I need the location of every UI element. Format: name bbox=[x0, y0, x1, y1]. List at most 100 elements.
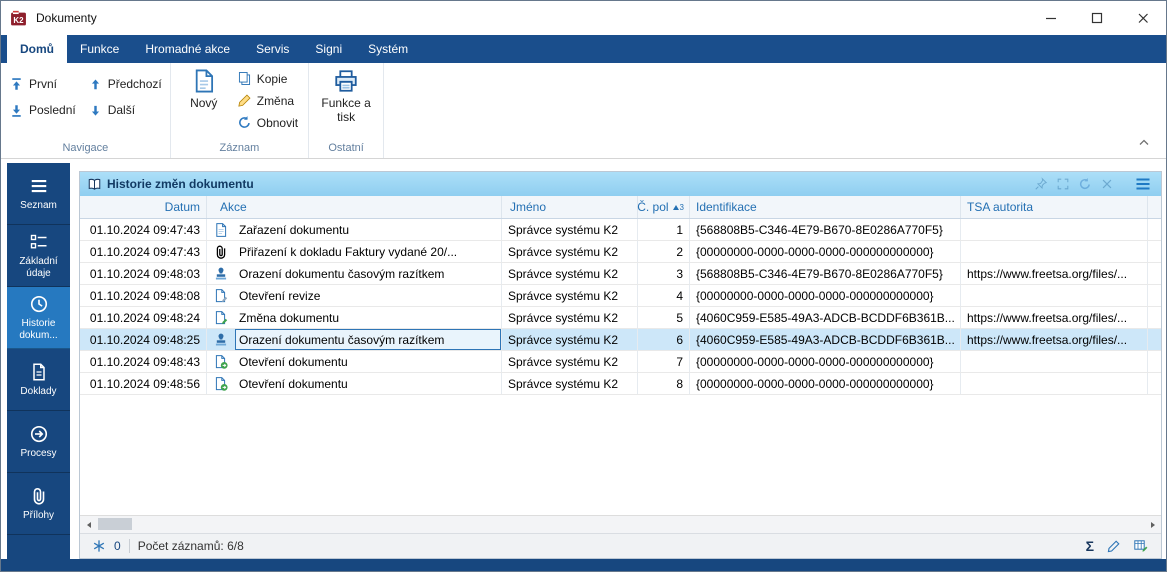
copy-icon bbox=[237, 71, 252, 86]
scrollbar-thumb[interactable] bbox=[98, 518, 132, 530]
ribbon-button-obnovit[interactable]: Obnovit bbox=[237, 115, 298, 130]
scroll-left-button[interactable] bbox=[80, 516, 97, 533]
tab-domu[interactable]: Domů bbox=[7, 35, 67, 63]
cell-datum: 01.10.2024 09:48:56 bbox=[80, 373, 207, 394]
table-row[interactable]: 01.10.2024 09:48:03 Orazení dokumentu ča… bbox=[80, 263, 1161, 285]
cell-tsa-autorita bbox=[961, 285, 1148, 306]
cell-akce-text: Otevření revize bbox=[235, 285, 501, 306]
table-body: 01.10.2024 09:47:43 Zařazení dokumentu S… bbox=[80, 219, 1161, 515]
sidebar-item-prilohy[interactable]: Přílohy bbox=[7, 473, 70, 535]
table-row[interactable]: 01.10.2024 09:47:43 Zařazení dokumentu S… bbox=[80, 219, 1161, 241]
cell-cpol: 3 bbox=[638, 263, 690, 284]
clip-icon bbox=[207, 241, 235, 262]
ribbon-button-zmena[interactable]: Změna bbox=[237, 93, 298, 108]
cell-cpol: 8 bbox=[638, 373, 690, 394]
table-row[interactable]: 01.10.2024 09:48:25 Orazení dokumentu ča… bbox=[80, 329, 1161, 351]
collapse-ribbon-button[interactable] bbox=[1138, 133, 1150, 151]
cell-jmeno: Správce systému K2 bbox=[502, 285, 638, 306]
title-bar: K2 Dokumenty bbox=[1, 1, 1166, 35]
cell-jmeno: Správce systému K2 bbox=[502, 241, 638, 262]
close-panel-icon[interactable] bbox=[1100, 177, 1114, 191]
table-row[interactable]: 01.10.2024 09:48:24 Změna dokumentu Sprá… bbox=[80, 307, 1161, 329]
horizontal-scrollbar[interactable] bbox=[80, 515, 1161, 533]
cell-identifikace: {00000000-0000-0000-0000-000000000000} bbox=[690, 351, 961, 372]
edit-pencil-icon[interactable] bbox=[1106, 539, 1121, 554]
ribbon-button-prvni[interactable]: První bbox=[9, 71, 76, 97]
ribbon-button-posledni[interactable]: Poslední bbox=[9, 97, 76, 123]
ribbon-group-zaznam: Nový Kopie Změna Obnovit Záznam bbox=[171, 63, 309, 158]
tab-signi[interactable]: Signi bbox=[302, 35, 355, 63]
sidebar-item-doklady[interactable]: Doklady bbox=[7, 349, 70, 411]
cell-tsa-autorita: https://www.freetsa.org/files/... bbox=[961, 307, 1148, 328]
arrow-right-icon bbox=[1149, 521, 1157, 529]
stamp-icon bbox=[207, 329, 235, 350]
ribbon-group-navigace: První Poslední Předchozí Další Navigace bbox=[1, 63, 171, 158]
ribbon-button-dalsi[interactable]: Další bbox=[88, 97, 162, 123]
snowflake-value: 0 bbox=[114, 539, 121, 553]
cell-datum: 01.10.2024 09:48:03 bbox=[80, 263, 207, 284]
bottom-strip bbox=[1, 559, 1166, 571]
close-button[interactable] bbox=[1120, 1, 1166, 35]
column-header-cpol[interactable]: Č. pol 3 bbox=[638, 196, 690, 218]
column-header-datum[interactable]: Datum bbox=[80, 196, 207, 218]
arrow-left-icon bbox=[85, 521, 93, 529]
minimize-button[interactable] bbox=[1028, 1, 1074, 35]
cell-filler bbox=[1148, 285, 1161, 306]
sidebar-item-zakladni-udaje[interactable]: Základní údaje bbox=[7, 225, 70, 287]
panel-header: Historie změn dokumentu bbox=[80, 172, 1161, 196]
pin-icon[interactable] bbox=[1034, 177, 1048, 191]
maximize-button[interactable] bbox=[1074, 1, 1120, 35]
grid-edit-icon[interactable] bbox=[1133, 538, 1149, 554]
ribbon-group-label: Ostatní bbox=[317, 140, 375, 158]
app-icon: K2 bbox=[10, 10, 27, 27]
column-header-identifikace[interactable]: Identifikace bbox=[690, 196, 961, 218]
cell-filler bbox=[1148, 219, 1161, 240]
docrev-icon bbox=[207, 285, 235, 306]
table-row[interactable]: 01.10.2024 09:48:08 Otevření revize Sprá… bbox=[80, 285, 1161, 307]
snowflake-icon[interactable] bbox=[92, 539, 106, 553]
cell-jmeno: Správce systému K2 bbox=[502, 351, 638, 372]
tab-hromadne-akce[interactable]: Hromadné akce bbox=[132, 35, 243, 63]
doc-icon bbox=[207, 219, 235, 240]
ribbon-button-label: Poslední bbox=[29, 103, 76, 117]
functions-print-button[interactable]: Funkce a tisk bbox=[317, 63, 375, 140]
sidebar-item-seznam[interactable]: Seznam bbox=[7, 163, 70, 225]
ribbon-button-predchozi[interactable]: Předchozí bbox=[88, 71, 162, 97]
ribbon: První Poslední Předchozí Další Navigace … bbox=[1, 63, 1166, 159]
sidebar-item-historie-dokum[interactable]: Historie dokum... bbox=[7, 287, 70, 349]
panel-toolbar bbox=[1034, 175, 1161, 193]
cell-cpol: 7 bbox=[638, 351, 690, 372]
sum-icon[interactable]: Σ bbox=[1086, 539, 1094, 553]
cell-datum: 01.10.2024 09:48:43 bbox=[80, 351, 207, 372]
docopen-icon bbox=[207, 351, 235, 372]
cell-cpol: 4 bbox=[638, 285, 690, 306]
column-header-jmeno[interactable]: Jméno bbox=[502, 196, 638, 218]
scroll-right-button[interactable] bbox=[1144, 516, 1161, 533]
sidebar-item-procesy[interactable]: Procesy bbox=[7, 411, 70, 473]
table-row[interactable]: 01.10.2024 09:48:56 Otevření dokumentu S… bbox=[80, 373, 1161, 395]
table-row[interactable]: 01.10.2024 09:48:43 Otevření dokumentu S… bbox=[80, 351, 1161, 373]
table-row[interactable]: 01.10.2024 09:47:43 Přiřazení k dokladu … bbox=[80, 241, 1161, 263]
minimize-icon bbox=[1045, 12, 1057, 24]
tab-servis[interactable]: Servis bbox=[243, 35, 302, 63]
docline-icon bbox=[29, 362, 49, 382]
ribbon-button-kopie[interactable]: Kopie bbox=[237, 71, 298, 86]
column-header-akce[interactable]: Akce bbox=[207, 196, 502, 218]
new-record-button[interactable]: Nový bbox=[179, 63, 229, 140]
ribbon-group-label: Navigace bbox=[9, 140, 162, 158]
status-toolbar: Σ bbox=[1086, 538, 1149, 554]
last-arrow-icon bbox=[9, 103, 24, 118]
maximize-icon bbox=[1091, 12, 1103, 24]
column-header-tsa[interactable]: TSA autorita bbox=[961, 196, 1148, 218]
refresh-icon[interactable] bbox=[1078, 177, 1092, 191]
cell-cpol: 5 bbox=[638, 307, 690, 328]
panel-title: Historie změn dokumentu bbox=[107, 177, 254, 191]
panel-menu-icon[interactable] bbox=[1134, 175, 1152, 193]
cell-datum: 01.10.2024 09:48:25 bbox=[80, 329, 207, 350]
cell-akce: Otevření revize bbox=[207, 285, 502, 306]
ribbon-group-label: Záznam bbox=[179, 140, 300, 158]
tab-system[interactable]: Systém bbox=[355, 35, 421, 63]
expand-icon[interactable] bbox=[1056, 177, 1070, 191]
cell-jmeno: Správce systému K2 bbox=[502, 373, 638, 394]
tab-funkce[interactable]: Funkce bbox=[67, 35, 132, 63]
